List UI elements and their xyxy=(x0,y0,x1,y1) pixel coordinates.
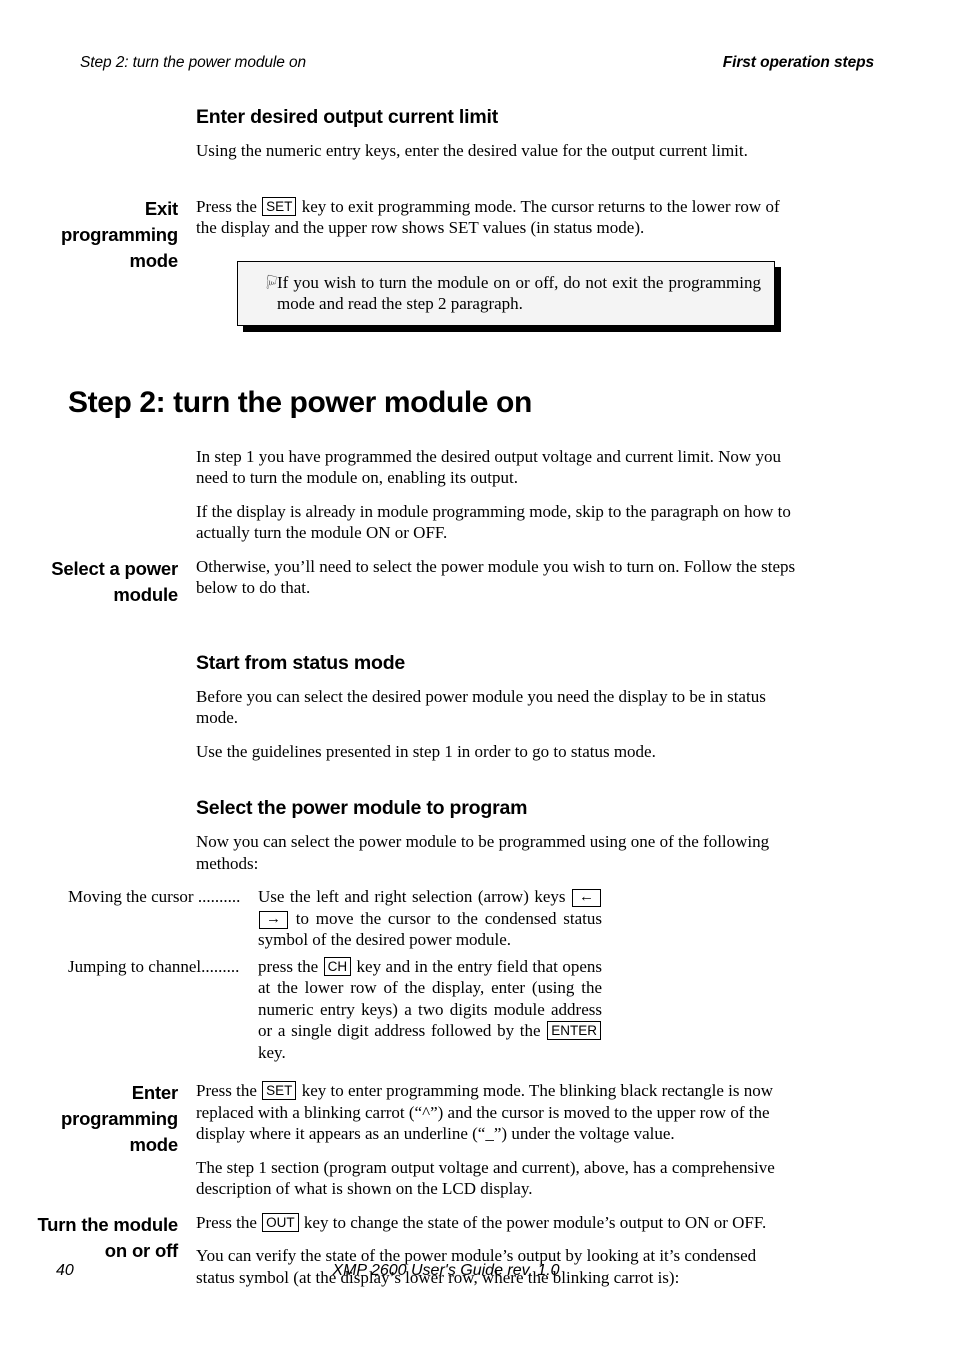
text-before-set-key-2: Press the xyxy=(196,1081,262,1100)
paragraph-step-1-reference: The step 1 section (program output volta… xyxy=(196,1157,775,1199)
paragraph-enter-programming-mode: Press the SET key to enter programming m… xyxy=(196,1080,798,1145)
heading-enter-output-current-limit: Enter desired output current limit xyxy=(196,106,498,128)
paragraph-step-2-intro-1: In step 1 you have programmed the desire… xyxy=(196,446,781,488)
left-arrow-key-box[interactable]: ← xyxy=(572,889,601,907)
section-enter-programming-mode: Enter programming mode Press the SET key… xyxy=(0,1080,954,1200)
paragraph-exit-programming-mode: Press the SET key to exit programming mo… xyxy=(196,196,798,239)
text-before-out-key: Press the xyxy=(196,1212,262,1232)
running-head: Step 2: turn the power module on First o… xyxy=(80,54,874,72)
right-arrow-key-box[interactable]: → xyxy=(259,910,288,929)
footer-document-title: XMP 2600 User's Guide rev. 1.0 xyxy=(332,1262,560,1279)
paragraph-enter-output-current-limit: Using the numeric entry keys, enter the … xyxy=(196,141,748,160)
note-box: ☟ If you wish to turn the module on or o… xyxy=(237,260,775,326)
desc-moving-the-cursor: Use the left and right selection (arrow)… xyxy=(258,886,602,951)
enter-key-box[interactable]: ENTER xyxy=(547,1021,601,1040)
section-enter-output-current-limit: Enter desired output current limit Using… xyxy=(0,105,954,162)
set-key-box-2[interactable]: SET xyxy=(262,1081,297,1100)
section-select-module-to-program: Select the power module to program Now y… xyxy=(0,796,954,874)
desc-jumping-part-1: press the xyxy=(258,956,323,976)
paragraph-step-2-intro-2: If the display is already in module prog… xyxy=(196,501,791,543)
desc-jumping-to-channel: press the CH key and in the entry field … xyxy=(258,956,602,1064)
list-item-jumping-to-channel: Jumping to channel......... press the CH… xyxy=(68,956,602,1064)
margin-heading-enter-programming-mode: Enter programming mode xyxy=(60,1082,178,1155)
text-before-set-key: Press the xyxy=(196,196,262,216)
section-exit-programming-mode: Exit programming mode Press the SET key … xyxy=(0,196,954,271)
term-moving-the-cursor: Moving the cursor .......... xyxy=(68,887,241,906)
desc-jumping-part-3: key. xyxy=(258,1042,286,1062)
out-key-box[interactable]: OUT xyxy=(262,1212,299,1232)
paragraph-status-mode-1: Before you can select the desired power … xyxy=(196,686,766,728)
heading-select-module-to-program: Select the power module to program xyxy=(196,797,528,819)
margin-heading-select-power-module: Select a power module xyxy=(51,557,178,605)
heading-step-2: Step 2: turn the power module on xyxy=(68,385,532,419)
section-step-2-body: In step 1 you have programmed the desire… xyxy=(0,446,954,544)
paragraph-select-power-module: Otherwise, you’ll need to select the pow… xyxy=(196,556,796,598)
paragraph-select-module-intro: Now you can select the power module to b… xyxy=(196,832,770,873)
section-select-power-module: Select a power module Otherwise, you’ll … xyxy=(0,556,954,605)
set-key-box[interactable]: SET xyxy=(262,196,297,216)
text-after-out-key: key to change the state of the power mod… xyxy=(299,1212,767,1232)
methods-list: Moving the cursor .......... Use the lef… xyxy=(0,886,954,1063)
list-item-moving-the-cursor: Moving the cursor .......... Use the lef… xyxy=(68,886,602,951)
margin-heading-turn-module-on-or-off: Turn the module on or off xyxy=(37,1213,178,1261)
section-start-from-status-mode: Start from status mode Before you can se… xyxy=(0,651,954,763)
desc-moving-cursor-part-1: Use the left and right selection (arrow)… xyxy=(258,887,571,906)
paragraph-status-mode-2: Use the guidelines presented in step 1 i… xyxy=(196,741,656,761)
running-head-right: First operation steps xyxy=(722,54,874,71)
document-page: Step 2: turn the power module on First o… xyxy=(0,0,954,1351)
page-content: Enter desired output current limit Using… xyxy=(0,105,954,1288)
note-block: ☟ If you wish to turn the module on or o… xyxy=(0,260,954,332)
running-head-left: Step 2: turn the power module on xyxy=(80,54,307,71)
ch-key-box[interactable]: CH xyxy=(323,956,352,976)
heading-start-from-status-mode: Start from status mode xyxy=(196,651,406,674)
pointing-hand-icon: ☟ xyxy=(263,270,279,295)
section-step-2: Step 2: turn the power module on xyxy=(0,386,954,420)
paragraph-turn-module: Press the OUT key to change the state of… xyxy=(196,1212,798,1234)
term-jumping-to-channel: Jumping to channel......... xyxy=(68,956,240,976)
desc-moving-cursor-part-2: to move the cursor to the condensed stat… xyxy=(258,908,602,950)
note-text: If you wish to turn the module on or off… xyxy=(277,272,761,314)
